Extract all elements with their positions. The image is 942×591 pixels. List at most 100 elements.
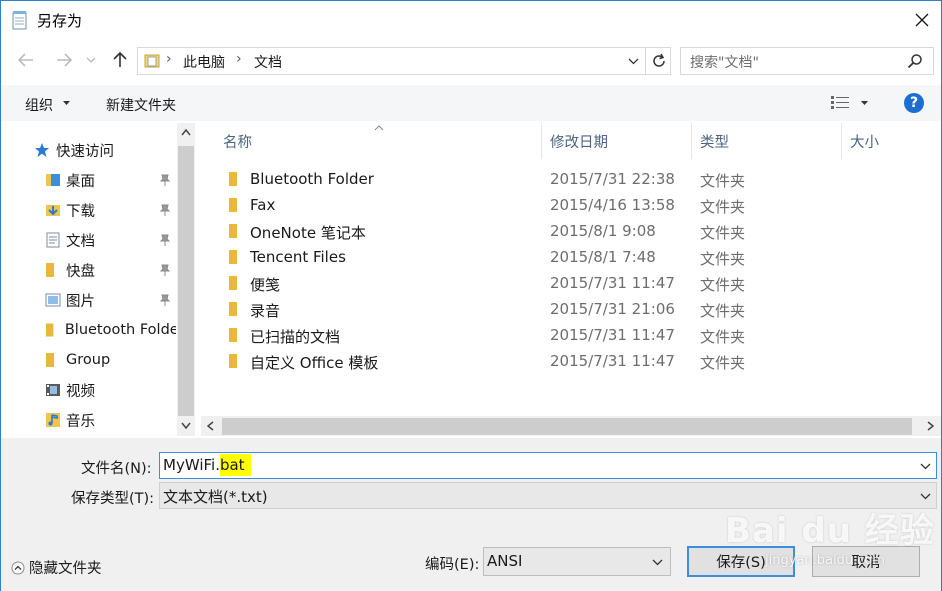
notepad-icon — [12, 11, 27, 30]
column-header-name[interactable]: 名称 — [223, 123, 252, 159]
file-row[interactable]: 自定义 Office 模板 2015/7/31 11:47 文件夹 — [221, 348, 921, 374]
file-row[interactable]: OneNote 笔记本 2015/8/1 9:08 文件夹 — [221, 218, 921, 244]
sidebar-item-pictures[interactable]: 图片 — [1, 285, 176, 315]
pin-icon[interactable] — [159, 294, 171, 306]
chevron-down-icon[interactable] — [920, 463, 931, 470]
refresh-icon[interactable] — [651, 53, 667, 69]
hide-folders-label: 隐藏文件夹 — [29, 561, 102, 577]
arrow-left-icon — [18, 53, 33, 67]
filename-input[interactable]: MyWiFi.bat — [163, 454, 251, 476]
file-row[interactable]: 录音 2015/7/31 21:06 文件夹 — [221, 296, 921, 322]
scroll-left-icon[interactable] — [207, 421, 214, 431]
filetype-value: 文本文档(*.txt) — [163, 488, 268, 506]
scroll-up-icon[interactable] — [181, 129, 191, 136]
help-button[interactable]: ? — [904, 93, 924, 113]
breadcrumb-separator: › — [166, 51, 172, 67]
caret-down-icon[interactable] — [861, 101, 868, 106]
star-icon — [35, 143, 49, 157]
hide-folders-toggle[interactable]: 隐藏文件夹 — [11, 557, 102, 578]
folder-icon — [45, 323, 54, 337]
documents-icon — [144, 54, 160, 68]
filename-extension-highlight: bat — [219, 454, 251, 476]
collapse-icon — [11, 561, 25, 574]
folder-icon — [229, 224, 237, 238]
filetype-label: 保存类型(T): — [71, 491, 155, 507]
caret-down-icon — [63, 101, 70, 105]
folder-icon — [46, 263, 54, 277]
watermark-logo: Bai du 经验 — [725, 511, 935, 551]
sidebar-item-desktop[interactable]: 桌面 — [1, 165, 176, 195]
breadcrumb-this-pc[interactable]: 此电脑 — [183, 52, 225, 72]
arrow-up-icon — [113, 52, 127, 67]
pin-icon[interactable] — [159, 264, 171, 276]
sidebar-item-group[interactable]: Group — [1, 345, 176, 375]
column-divider[interactable] — [541, 123, 542, 159]
sort-ascending-icon — [374, 125, 384, 131]
file-list-scroll-thumb[interactable] — [222, 418, 912, 435]
encoding-value: ANSI — [487, 552, 523, 570]
close-icon — [915, 13, 929, 27]
file-row[interactable]: Fax 2015/4/16 13:58 文件夹 — [221, 192, 921, 218]
window-title: 另存为 — [37, 12, 83, 30]
chevron-down-icon[interactable] — [628, 58, 639, 65]
navigation-pane: 快速访问 桌面 下载 文档 快盘 图片 Bluetooth Folder Gro… — [1, 123, 197, 436]
sidebar-item-bluetooth-folder[interactable]: Bluetooth Folder — [1, 315, 176, 345]
address-bar[interactable]: › 此电脑 › 文档 — [137, 47, 671, 75]
search-box[interactable]: 搜索"文档" — [680, 47, 934, 75]
folder-icon — [229, 328, 237, 342]
column-header-type[interactable]: 类型 — [700, 123, 729, 159]
organize-button[interactable]: 组织 — [25, 95, 53, 115]
forward-button[interactable] — [51, 47, 77, 73]
file-row[interactable]: Tencent Files 2015/8/1 7:48 文件夹 — [221, 244, 921, 270]
pin-icon[interactable] — [159, 174, 171, 186]
view-details-icon[interactable] — [831, 95, 849, 111]
arrow-right-icon — [57, 53, 72, 67]
close-button[interactable] — [907, 7, 937, 33]
column-header-date[interactable]: 修改日期 — [550, 123, 608, 159]
filename-label: 文件名(N): — [81, 461, 152, 477]
up-button[interactable] — [107, 47, 133, 73]
file-row[interactable]: 便笺 2015/7/31 11:47 文件夹 — [221, 270, 921, 296]
column-divider[interactable] — [841, 123, 842, 159]
scroll-right-icon[interactable] — [927, 421, 934, 431]
filename-field[interactable]: MyWiFi.bat — [159, 452, 937, 479]
sidebar-item-downloads[interactable]: 下载 — [1, 195, 176, 225]
sidebar-item-videos[interactable]: 视频 — [1, 375, 176, 405]
folder-icon — [229, 250, 237, 264]
download-icon — [46, 205, 60, 216]
folder-icon — [229, 276, 237, 290]
title-bar — [1, 1, 941, 39]
help-icon: ? — [909, 95, 919, 111]
encoding-label: 编码(E): — [425, 557, 480, 573]
column-divider[interactable] — [691, 123, 692, 159]
sidebar-item-music[interactable]: 音乐 — [1, 405, 176, 435]
folder-icon — [229, 198, 237, 212]
folder-icon — [229, 354, 237, 368]
folder-icon — [46, 353, 54, 367]
folder-icon — [229, 172, 237, 186]
search-input[interactable]: 搜索"文档" — [690, 52, 759, 72]
divider — [645, 48, 646, 74]
encoding-select[interactable]: ANSI — [483, 547, 671, 576]
file-row[interactable]: 已扫描的文档 2015/7/31 11:47 文件夹 — [221, 322, 921, 348]
recent-locations-button[interactable] — [81, 47, 101, 73]
video-icon — [46, 384, 60, 396]
file-row[interactable]: Bluetooth Folder 2015/7/31 22:38 文件夹 — [221, 166, 921, 192]
sidebar-item-quick-access[interactable]: 快速访问 — [1, 135, 176, 165]
new-folder-button[interactable]: 新建文件夹 — [106, 95, 176, 115]
chevron-down-icon — [652, 559, 663, 566]
documents-icon — [46, 232, 60, 248]
back-button[interactable] — [13, 47, 39, 73]
pin-icon[interactable] — [159, 234, 171, 246]
pin-icon[interactable] — [159, 204, 171, 216]
sidebar-scroll-thumb[interactable] — [178, 146, 194, 416]
sidebar-item-kuaipan[interactable]: 快盘 — [1, 255, 176, 285]
scroll-down-icon[interactable] — [181, 422, 191, 429]
search-icon[interactable] — [907, 53, 923, 69]
music-icon — [46, 413, 60, 427]
column-header-size[interactable]: 大小 — [850, 123, 879, 159]
chevron-down-icon — [920, 493, 931, 500]
breadcrumb-documents[interactable]: 文档 — [254, 52, 282, 72]
save-as-dialog: 另存为 › 此电脑 › 文档 搜索"文档" 组织 新建文件夹 ? 快速访问 桌面… — [0, 0, 942, 591]
sidebar-item-documents[interactable]: 文档 — [1, 225, 176, 255]
